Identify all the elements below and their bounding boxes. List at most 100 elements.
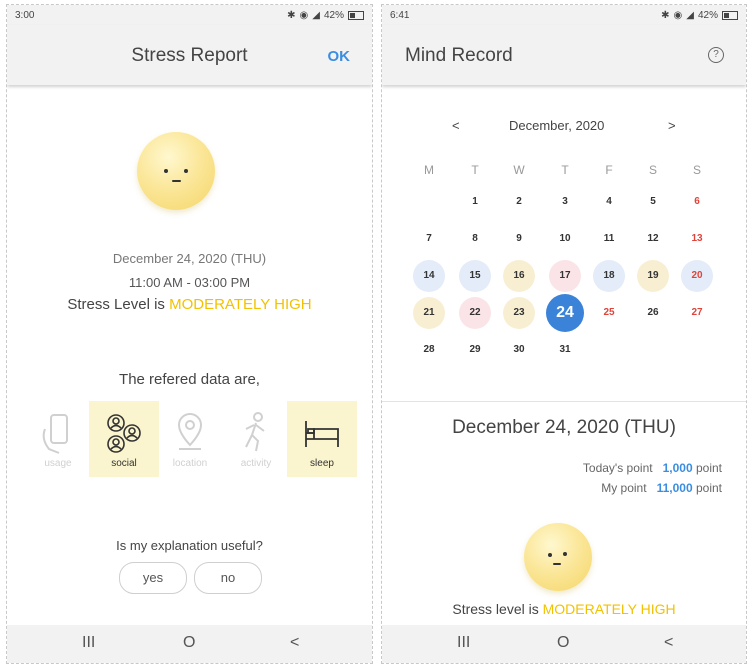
battery-percent: 42% [697, 9, 718, 21]
report-time-range: 11:00 AM - 03:00 PM [128, 275, 251, 290]
stress-level-prefix: Stress Level is [67, 296, 170, 313]
calendar-month-title: December, 2020 [509, 118, 605, 133]
report-date: December 24, 2020 (THU) [112, 251, 267, 266]
battery-icon [348, 10, 364, 20]
data-item-usage: usage [23, 401, 93, 477]
system-nav-bar: III O < [382, 625, 746, 663]
calendar-day[interactable]: 7 [413, 223, 445, 255]
data-item-social: social [89, 401, 159, 477]
calendar-day[interactable]: 8 [459, 223, 491, 255]
bluetooth-icon: ✱ [287, 9, 296, 21]
weekday-header: S [648, 163, 657, 177]
calendar-day[interactable]: 26 [637, 297, 669, 329]
section-divider [382, 401, 746, 402]
ok-button[interactable]: OK [328, 48, 351, 65]
calendar-day[interactable]: 4 [593, 186, 625, 218]
selected-date-heading: December 24, 2020 (THU) [452, 417, 676, 438]
help-icon[interactable]: ? [708, 47, 724, 63]
my-point-label: My point [601, 481, 647, 495]
page-title: Mind Record [405, 45, 513, 66]
back-button[interactable]: < [664, 634, 673, 652]
no-button[interactable]: no [194, 562, 262, 594]
calendar-day[interactable]: 11 [593, 223, 625, 255]
data-item-label: location [172, 458, 208, 469]
calendar-day[interactable]: 1 [459, 186, 491, 218]
calendar-day[interactable]: 17 [549, 260, 581, 292]
phone-hand-icon [42, 414, 68, 454]
calendar-day[interactable]: 6 [681, 186, 713, 218]
calendar-day[interactable]: 27 [681, 297, 713, 329]
calendar-day[interactable]: 29 [459, 334, 491, 366]
bed-icon [305, 421, 339, 447]
prev-month-button[interactable]: < [452, 118, 460, 133]
calendar-day[interactable]: 2 [503, 186, 535, 218]
signal-icon: ◢ [312, 9, 320, 21]
walking-person-icon [245, 412, 265, 452]
refered-data-heading: The refered data are, [119, 371, 260, 388]
stress-level-value: MODERATELY HIGH [542, 601, 676, 617]
weekday-header: T [561, 163, 569, 177]
calendar-day-selected[interactable]: 24 [546, 294, 584, 332]
stress-level-value: MODERATELY HIGH [169, 296, 312, 313]
home-button[interactable]: O [557, 634, 569, 652]
calendar-day[interactable]: 20 [681, 260, 713, 292]
data-item-activity: activity [221, 401, 291, 477]
mood-character-icon [524, 523, 592, 591]
calendar-day[interactable]: 13 [681, 223, 713, 255]
wifi-icon: ◉ [673, 9, 683, 21]
calendar-day[interactable]: 28 [413, 334, 445, 366]
stress-level-line: Stress level is MODERATELY HIGH [382, 601, 746, 617]
mind-record-screen: 6:41 ✱ ◉ ◢ 42% Mind Record ? < December,… [381, 4, 747, 664]
mood-character-icon [137, 132, 215, 210]
calendar-day[interactable]: 3 [549, 186, 581, 218]
map-pin-icon [177, 413, 203, 450]
home-button[interactable]: O [183, 634, 195, 652]
status-bar: 3:00 ✱ ◉ ◢ 42% [7, 5, 372, 25]
point-unit: point [695, 461, 722, 475]
calendar-day[interactable]: 21 [413, 297, 445, 329]
weekday-header: S [692, 163, 701, 177]
recent-apps-button[interactable]: III [82, 634, 95, 652]
calendar-day[interactable]: 9 [503, 223, 535, 255]
recent-apps-button[interactable]: III [457, 634, 470, 652]
weekday-header: M [424, 163, 434, 177]
status-bar: 6:41 ✱ ◉ ◢ 42% [382, 5, 746, 25]
my-point-row: My point 11,000 point [601, 481, 722, 495]
calendar-day[interactable]: 16 [503, 260, 535, 292]
calendar-day[interactable]: 31 [549, 334, 581, 366]
bluetooth-icon: ✱ [661, 9, 670, 21]
data-item-location: location [155, 401, 225, 477]
people-network-icon [107, 414, 141, 453]
status-time: 3:00 [15, 9, 35, 21]
calendar-day[interactable]: 25 [593, 297, 625, 329]
calendar-day[interactable]: 19 [637, 260, 669, 292]
data-item-label: social [111, 458, 137, 469]
calendar-day[interactable]: 22 [459, 297, 491, 329]
calendar-day[interactable]: 14 [413, 260, 445, 292]
yes-button[interactable]: yes [119, 562, 187, 594]
calendar-day[interactable]: 23 [503, 297, 535, 329]
data-item-label: activity [240, 458, 272, 469]
data-item-label: sleep [310, 458, 334, 469]
calendar-day[interactable]: 10 [549, 223, 581, 255]
data-item-sleep: sleep [287, 401, 357, 477]
wifi-icon: ◉ [299, 9, 309, 21]
todays-point-row: Today's point 1,000 point [583, 461, 722, 475]
page-title: Stress Report [131, 45, 248, 66]
calendar-day[interactable]: 30 [503, 334, 535, 366]
stress-report-screen: 3:00 ✱ ◉ ◢ 42% Stress Report OK December… [6, 4, 373, 664]
battery-icon [722, 10, 738, 20]
feedback-question: Is my explanation useful? [116, 538, 263, 553]
system-nav-bar: III O < [7, 625, 372, 663]
calendar-day[interactable]: 18 [593, 260, 625, 292]
weekday-header: F [605, 163, 613, 177]
calendar-day[interactable]: 12 [637, 223, 669, 255]
back-button[interactable]: < [290, 634, 299, 652]
weekday-header: W [513, 163, 525, 177]
calendar-day[interactable]: 15 [459, 260, 491, 292]
weekday-header: T [471, 163, 479, 177]
todays-point-label: Today's point [582, 461, 653, 475]
next-month-button[interactable]: > [668, 118, 676, 133]
calendar-day[interactable]: 5 [637, 186, 669, 218]
stress-level-line: Stress Level is MODERATELY HIGH [7, 296, 372, 313]
